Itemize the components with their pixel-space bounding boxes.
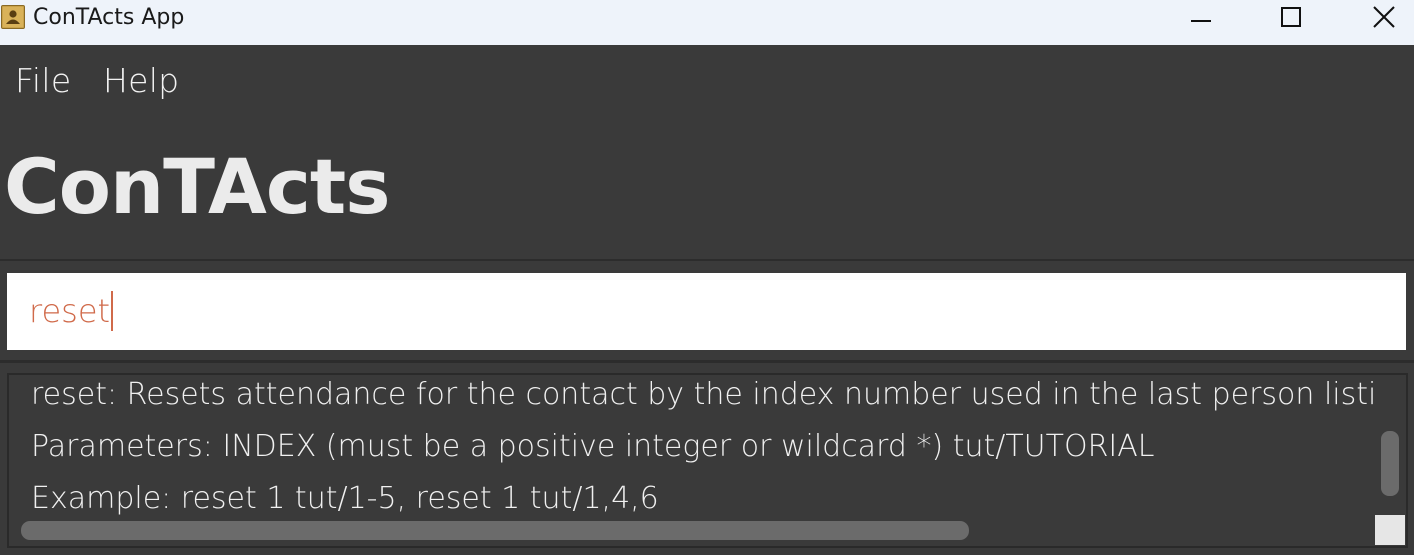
menu-help[interactable]: Help [103, 59, 179, 103]
app-heading: ConTActs [4, 142, 390, 231]
result-text: reset: Resets attendance for the contact… [31, 375, 1375, 519]
menu-bar: File Help [0, 45, 1414, 117]
horizontal-scroll-thumb[interactable] [21, 521, 969, 540]
scroll-corner [1375, 515, 1405, 545]
close-icon [1373, 6, 1395, 28]
contact-book-icon [1, 5, 25, 29]
title-bar[interactable]: ConTActs App [0, 0, 1414, 45]
minimize-button[interactable] [1156, 0, 1246, 34]
menu-file[interactable]: File [15, 59, 71, 103]
command-input-value: reset [29, 290, 114, 332]
window-title: ConTActs App [33, 5, 185, 30]
result-line: Parameters: INDEX (must be a positive in… [31, 429, 1155, 464]
app-window: ConTActs App File Help ConTActs reset re… [0, 0, 1414, 555]
result-display[interactable]: reset: Resets attendance for the contact… [7, 373, 1408, 548]
result-line: reset: Resets attendance for the contact… [31, 377, 1375, 412]
text-caret [111, 291, 114, 331]
vertical-scroll-thumb[interactable] [1381, 431, 1399, 496]
divider [0, 360, 1414, 363]
maximize-button[interactable] [1246, 0, 1336, 34]
command-input[interactable]: reset [7, 273, 1406, 350]
result-line: Example: reset 1 tut/1-5, reset 1 tut/1,… [31, 481, 659, 516]
minimize-icon [1191, 20, 1211, 22]
close-button[interactable] [1339, 0, 1414, 34]
maximize-icon [1281, 7, 1301, 27]
